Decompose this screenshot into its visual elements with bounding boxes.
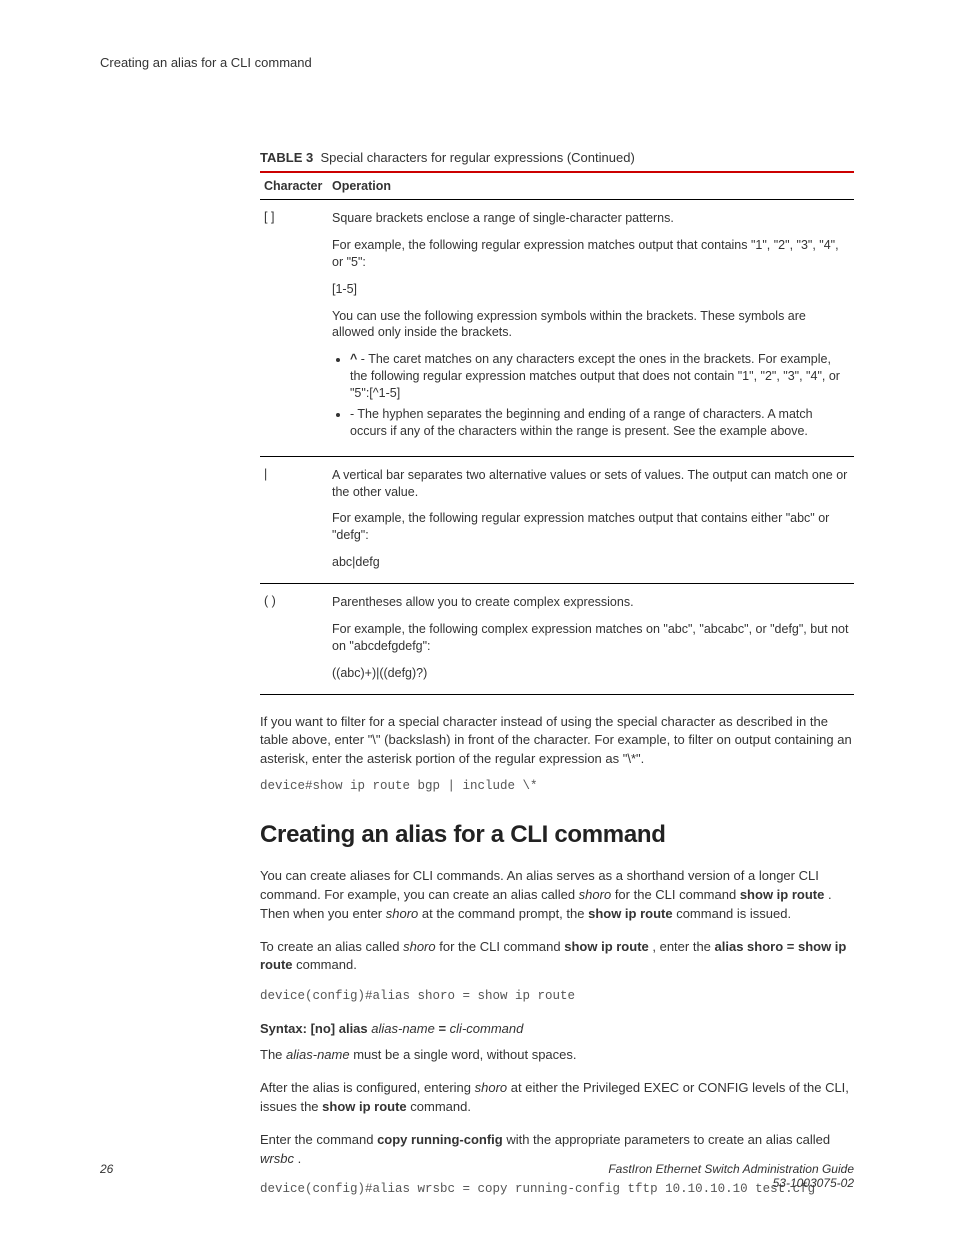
cell-op: Square brackets enclose a range of singl… (328, 200, 854, 457)
code-block: device(config)#alias shoro = show ip rou… (260, 989, 854, 1003)
table-row: | A vertical bar separates two alternati… (260, 456, 854, 583)
bold-text: show ip route (588, 906, 673, 921)
em-text: alias-name (286, 1047, 350, 1062)
list-text: - The caret matches on any characters ex… (350, 352, 840, 400)
list-item: ^ - The caret matches on any characters … (350, 351, 850, 402)
body-paragraph: The alias-name must be a single word, wi… (260, 1046, 854, 1065)
text: with the appropriate parameters to creat… (503, 1132, 830, 1147)
text: command. (407, 1099, 471, 1114)
op-text: abc|defg (332, 554, 850, 571)
cell-char: | (260, 456, 328, 583)
running-header: Creating an alias for a CLI command (100, 55, 854, 70)
body-paragraph: If you want to filter for a special char… (260, 713, 854, 770)
text: To create an alias called (260, 939, 403, 954)
cell-char: [ ] (260, 200, 328, 457)
th-operation: Operation (328, 172, 854, 200)
text: for the CLI command (611, 887, 740, 902)
op-text: [1-5] (332, 281, 850, 298)
table-row: ( ) Parentheses allow you to create comp… (260, 584, 854, 695)
page-number: 26 (100, 1162, 113, 1176)
bold-text: show ip route (564, 939, 649, 954)
op-text: For example, the following regular expre… (332, 510, 850, 544)
syntax-line: Syntax: [no] alias alias-name = cli-comm… (260, 1021, 854, 1036)
em-text: shoro (475, 1080, 508, 1095)
op-text: For example, the following complex expre… (332, 621, 850, 655)
text: command is issued. (673, 906, 792, 921)
text: Enter the command (260, 1132, 377, 1147)
op-text: You can use the following expression sym… (332, 308, 850, 342)
page-footer: 26 FastIron Ethernet Switch Administrati… (100, 1162, 854, 1190)
cell-char: ( ) (260, 584, 328, 695)
syntax-arg: alias-name (371, 1021, 435, 1036)
text: command. (293, 957, 357, 972)
text: for the CLI command (436, 939, 565, 954)
main-content: TABLE 3 Special characters for regular e… (260, 150, 854, 1196)
cell-op: Parentheses allow you to create complex … (328, 584, 854, 695)
table-caption-text: Special characters for regular expressio… (320, 150, 634, 165)
em-text: shoro (579, 887, 612, 902)
bold-text: show ip route (740, 887, 825, 902)
syntax-keyword: Syntax: [no] alias (260, 1021, 371, 1036)
bold-text: show ip route (322, 1099, 407, 1114)
text: After the alias is configured, entering (260, 1080, 475, 1095)
body-paragraph: After the alias is configured, entering … (260, 1079, 854, 1117)
op-list: ^ - The caret matches on any characters … (332, 351, 850, 439)
op-text: For example, the following regular expre… (332, 237, 850, 271)
body-paragraph: You can create aliases for CLI commands.… (260, 867, 854, 924)
doc-number: 53-1003075-02 (608, 1176, 854, 1190)
page: Creating an alias for a CLI command TABL… (0, 0, 954, 1235)
cell-op: A vertical bar separates two alternative… (328, 456, 854, 583)
em-text: shoro (386, 906, 419, 921)
list-item: - The hyphen separates the beginning and… (350, 406, 850, 440)
code-block: device#show ip route bgp | include \* (260, 779, 854, 793)
op-text: ((abc)+)|((defg)?) (332, 665, 850, 682)
regex-table: Character Operation [ ] Square brackets … (260, 171, 854, 695)
text: The (260, 1047, 286, 1062)
syntax-keyword: = (435, 1021, 450, 1036)
section-heading: Creating an alias for a CLI command (260, 821, 854, 849)
op-text: Square brackets enclose a range of singl… (332, 210, 850, 227)
body-paragraph: To create an alias called shoro for the … (260, 938, 854, 976)
text: at the command prompt, the (418, 906, 588, 921)
th-character: Character (260, 172, 328, 200)
em-text: shoro (403, 939, 436, 954)
doc-title: FastIron Ethernet Switch Administration … (608, 1162, 854, 1176)
text: , enter the (649, 939, 715, 954)
table-label: TABLE 3 (260, 150, 313, 165)
op-text: Parentheses allow you to create complex … (332, 594, 850, 611)
table-row: [ ] Square brackets enclose a range of s… (260, 200, 854, 457)
text: must be a single word, without spaces. (350, 1047, 577, 1062)
op-text: A vertical bar separates two alternative… (332, 467, 850, 501)
table-header-row: Character Operation (260, 172, 854, 200)
table-caption: TABLE 3 Special characters for regular e… (260, 150, 854, 165)
syntax-arg: cli-command (450, 1021, 524, 1036)
bold-text: copy running-config (377, 1132, 503, 1147)
doc-info: FastIron Ethernet Switch Administration … (608, 1162, 854, 1190)
